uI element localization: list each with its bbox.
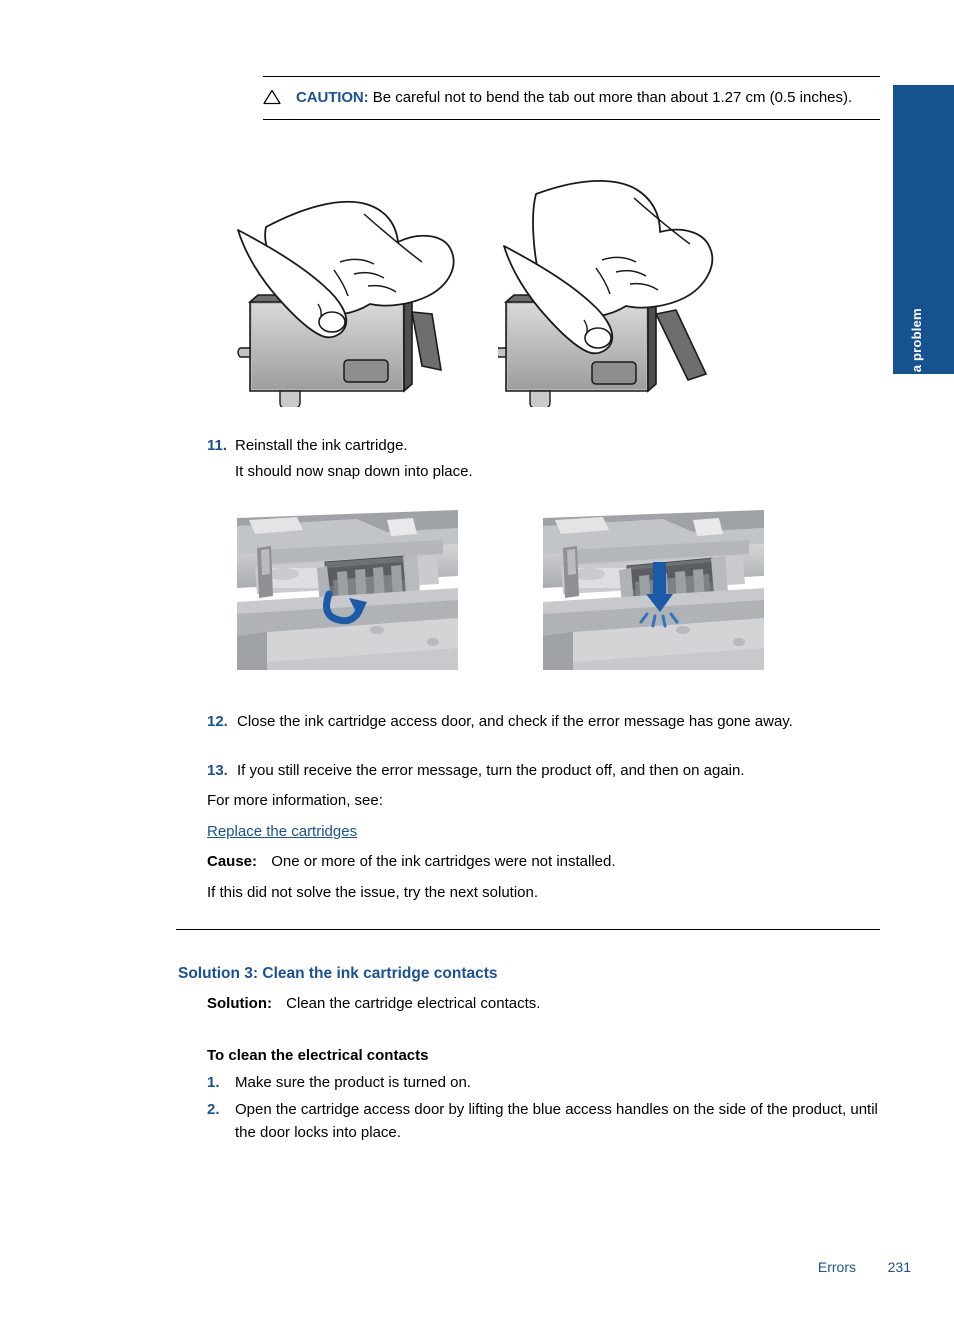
- step-11-text: Reinstall the ink cartridge.: [235, 437, 408, 454]
- figure-tab-bend-left: [237, 200, 455, 407]
- clean-step-2-text: Open the cartridge access door by liftin…: [235, 1101, 878, 1141]
- caution-text: Be careful not to bend the tab out more …: [372, 89, 853, 106]
- solution-3-heading: Solution 3: Clean the ink cartridge cont…: [178, 965, 498, 982]
- step-13-text: If you still receive the error message, …: [237, 762, 745, 779]
- caution-label: CAUTION:: [296, 89, 369, 106]
- cause-label: Cause:: [207, 853, 258, 870]
- solution-label: Solution:: [207, 995, 272, 1012]
- caution-body: CAUTION: Be careful not to bend the tab …: [263, 87, 880, 109]
- step-12-text: Close the ink cartridge access door, and…: [237, 713, 793, 730]
- step-11-number: 11.: [207, 437, 228, 454]
- clean-step-1: 1. Make sure the product is turned on.: [207, 1072, 872, 1095]
- caution-admonition: CAUTION: Be careful not to bend the tab …: [263, 76, 880, 120]
- step-13: 13. If you still receive the error messa…: [207, 760, 872, 783]
- figure-carriage-press-down: [543, 510, 764, 670]
- document-page: Solve a problem CAUTION: Be careful not …: [0, 0, 954, 1321]
- solution-text: Clean the cartridge electrical contacts.: [286, 995, 541, 1012]
- clean-step-1-text: Make sure the product is turned on.: [235, 1074, 471, 1091]
- next-solution-note: If this did not solve the issue, try the…: [207, 884, 539, 901]
- figure-carriage-rotate: [237, 510, 458, 670]
- figure-tab-bend-right: [498, 180, 714, 407]
- step-11: 11. Reinstall the ink cartridge.: [207, 435, 807, 458]
- more-info-label: For more information, see:: [207, 792, 383, 809]
- chapter-side-tab-label: Solve a problem: [908, 308, 924, 412]
- cause-line: Cause: One or more of the ink cartridges…: [207, 851, 867, 873]
- section-divider: [176, 929, 880, 930]
- replace-the-cartridges-link[interactable]: Replace the cartridges: [207, 821, 357, 843]
- step-11-subtext: It should now snap down into place.: [235, 463, 473, 480]
- clean-step-2: 2. Open the cartridge access door by lif…: [207, 1099, 879, 1144]
- step-13-number: 13.: [207, 762, 228, 779]
- procedure-heading: To clean the electrical contacts: [207, 1047, 429, 1064]
- warning-triangle-icon: [263, 89, 281, 105]
- step-12: 12. Close the ink cartridge access door,…: [207, 711, 872, 734]
- clean-step-2-number: 2.: [207, 1101, 220, 1118]
- footer-page-number: 231: [887, 1259, 911, 1275]
- step-12-number: 12.: [207, 713, 228, 730]
- footer-chapter: Errors: [817, 1259, 856, 1275]
- solution-3-solution-line: Solution: Clean the cartridge electrical…: [207, 993, 867, 1015]
- chapter-side-tab: Solve a problem: [893, 85, 954, 412]
- clean-step-1-number: 1.: [207, 1074, 220, 1091]
- cause-text: One or more of the ink cartridges were n…: [271, 853, 616, 870]
